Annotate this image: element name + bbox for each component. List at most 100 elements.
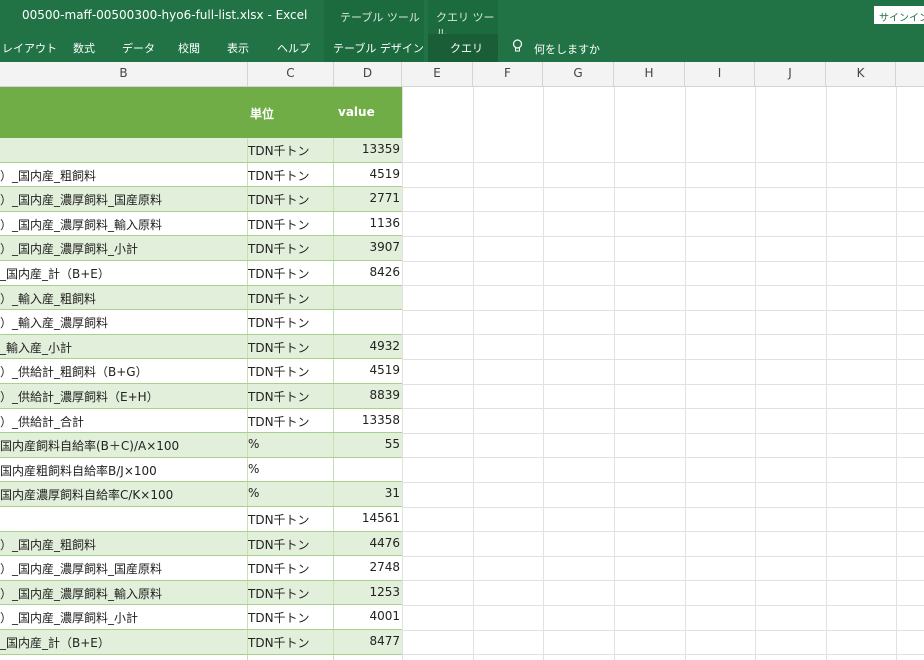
tell-me-search[interactable]: 何をしますか: [512, 39, 600, 57]
label-cell[interactable]: 国内産飼料自給率(B＋C)/A×100: [0, 437, 246, 455]
unit-cell[interactable]: TDN千トン: [248, 265, 334, 282]
value-cell[interactable]: 14561: [334, 511, 400, 525]
label-cell[interactable]: ）_国内産_濃厚飼料_国産原料: [0, 560, 246, 578]
header-value[interactable]: value: [338, 105, 375, 119]
value-cell[interactable]: 55: [334, 437, 400, 451]
cell-separator: [333, 310, 334, 334]
column-header-i[interactable]: I: [685, 62, 755, 87]
tab-formulas[interactable]: 数式: [73, 40, 95, 56]
unit-cell[interactable]: TDN千トン: [248, 363, 334, 380]
gridline-horizontal: [402, 235, 924, 237]
value-cell[interactable]: 31: [334, 486, 400, 500]
column-header-k[interactable]: K: [826, 62, 896, 87]
label-cell[interactable]: ）_国内産_濃厚飼料_輸入原料: [0, 585, 246, 603]
column-header-f[interactable]: F: [473, 62, 543, 87]
unit-cell[interactable]: TDN千トン: [248, 536, 334, 553]
value-cell[interactable]: 3907: [334, 240, 400, 254]
column-header-g[interactable]: G: [543, 62, 614, 87]
tab-view[interactable]: 表示: [227, 40, 249, 56]
label-cell[interactable]: _国内産_計（B+E）: [0, 634, 246, 652]
label-cell[interactable]: _輸入産_小計: [0, 339, 246, 357]
value-cell[interactable]: 13359: [334, 142, 400, 156]
label-cell[interactable]: ）_供給計_合計: [0, 413, 246, 431]
label-cell[interactable]: _国内産_計（B+E）: [0, 265, 246, 283]
unit-cell[interactable]: TDN千トン: [248, 339, 334, 356]
tab-help[interactable]: ヘルプ: [277, 40, 310, 56]
label-cell[interactable]: ）_国内産_濃厚飼料_小計: [0, 609, 246, 627]
column-header-b[interactable]: B: [0, 62, 248, 87]
label-cell[interactable]: ）_国内産_濃厚飼料_小計: [0, 240, 246, 258]
value-cell[interactable]: 8426: [334, 265, 400, 279]
table-row: _輸入産_小計 TDN千トン 4932: [0, 334, 402, 360]
unit-cell[interactable]: TDN千トン: [248, 511, 334, 528]
unit-cell[interactable]: TDN千トン: [248, 167, 334, 184]
unit-cell[interactable]: TDN千トン: [248, 634, 334, 651]
signin-button[interactable]: サインイン: [874, 6, 924, 24]
unit-cell[interactable]: TDN千トン: [248, 191, 334, 208]
gridline-horizontal: [402, 481, 924, 483]
cell-separator: [247, 285, 248, 310]
tab-layout[interactable]: レイアウト: [2, 40, 57, 56]
unit-cell[interactable]: TDN千トン: [248, 240, 334, 257]
column-header-c[interactable]: C: [248, 62, 334, 87]
value-cell[interactable]: 4476: [334, 536, 400, 550]
column-header-e[interactable]: E: [402, 62, 473, 87]
label-cell[interactable]: [0, 511, 246, 529]
label-cell[interactable]: ）_輸入産_粗飼料: [0, 290, 246, 308]
tab-data[interactable]: データ: [122, 40, 155, 56]
cell-separator: [333, 531, 334, 556]
gridline-horizontal: [402, 383, 924, 385]
value-cell[interactable]: 8477: [334, 634, 400, 648]
gridline-horizontal: [402, 211, 924, 213]
value-cell[interactable]: 2748: [334, 560, 400, 574]
unit-cell[interactable]: %: [248, 437, 334, 451]
label-cell[interactable]: ）_供給計_粗飼料（B+G）: [0, 363, 246, 381]
tab-query[interactable]: クエリ: [450, 40, 483, 56]
table-row: ）_国内産_濃厚飼料_輸入原料 TDN千トン 1253: [0, 580, 402, 606]
unit-cell[interactable]: TDN千トン: [248, 388, 334, 405]
unit-cell[interactable]: TDN千トン: [248, 290, 334, 307]
label-cell[interactable]: ）_国内産_粗飼料: [0, 167, 246, 185]
cell-separator: [333, 408, 334, 433]
value-cell[interactable]: 8839: [334, 388, 400, 402]
value-cell[interactable]: 1136: [334, 216, 400, 230]
unit-cell[interactable]: %: [248, 462, 334, 476]
cell-separator: [247, 580, 248, 605]
label-cell[interactable]: 国内産粗飼料自給率B/J×100: [0, 462, 246, 480]
gridline-vertical: [826, 87, 827, 660]
value-cell[interactable]: 1253: [334, 585, 400, 599]
unit-cell[interactable]: TDN千トン: [248, 585, 334, 602]
unit-cell[interactable]: %: [248, 486, 334, 500]
tab-review[interactable]: 校閲: [178, 40, 200, 56]
header-unit[interactable]: 単位: [250, 105, 274, 122]
label-cell[interactable]: [0, 142, 246, 160]
tab-table-design[interactable]: テーブル デザイン: [333, 40, 424, 56]
table-row: ）_国内産_濃厚飼料_小計 TDN千トン 3907: [0, 236, 402, 261]
label-cell[interactable]: ）_国内産_粗飼料: [0, 536, 246, 554]
label-cell[interactable]: ）_国内産_濃厚飼料_国産原料: [0, 191, 246, 209]
gridline-horizontal: [402, 186, 924, 188]
value-cell[interactable]: 4519: [334, 363, 400, 377]
column-header-j[interactable]: J: [755, 62, 826, 87]
unit-cell[interactable]: TDN千トン: [248, 560, 334, 577]
value-cell[interactable]: 13358: [334, 413, 400, 427]
unit-cell[interactable]: TDN千トン: [248, 216, 334, 233]
value-cell[interactable]: 4932: [334, 339, 400, 353]
table-row: ）_供給計_合計 TDN千トン 13358: [0, 408, 402, 434]
unit-cell[interactable]: TDN千トン: [248, 609, 334, 626]
column-header-h[interactable]: H: [614, 62, 685, 87]
value-cell[interactable]: 2771: [334, 191, 400, 205]
label-cell[interactable]: ）_輸入産_濃厚飼料: [0, 314, 246, 332]
gridline-vertical: [755, 87, 756, 660]
column-header-d[interactable]: D: [334, 62, 402, 87]
value-cell[interactable]: 4001: [334, 609, 400, 623]
label-cell[interactable]: 国内産濃厚飼料自給率C/K×100: [0, 486, 246, 504]
unit-cell[interactable]: TDN千トン: [248, 142, 334, 159]
unit-cell[interactable]: TDN千トン: [248, 314, 334, 331]
worksheet-grid[interactable]: 単位 value TDN千トン 13359 ）_国内産_粗飼料 TDN千トン 4519）…: [0, 87, 924, 660]
value-cell[interactable]: 4519: [334, 167, 400, 181]
label-cell[interactable]: ）_国内産_濃厚飼料_輸入原料: [0, 216, 246, 234]
unit-cell[interactable]: TDN千トン: [248, 413, 334, 430]
table-row: ）_国内産_濃厚飼料_国産原料 TDN千トン 2771: [0, 187, 402, 212]
label-cell[interactable]: ）_供給計_濃厚飼料（E+H）: [0, 388, 246, 406]
